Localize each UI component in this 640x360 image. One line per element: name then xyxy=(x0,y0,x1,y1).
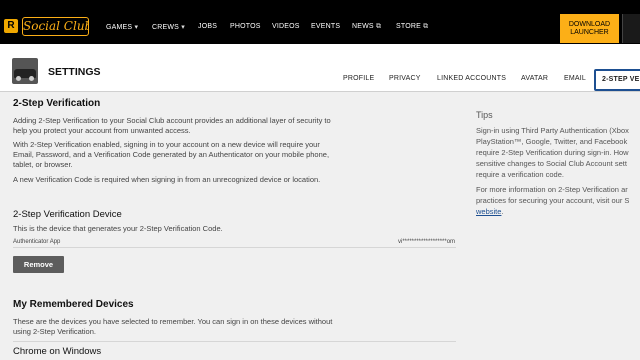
device-description: This is the device that generates your 2… xyxy=(13,224,223,233)
device-title: 2-Step Verification Device xyxy=(13,209,122,220)
nav-events[interactable]: EVENTS xyxy=(311,23,340,30)
details-line-1: With 2-Step Verification enabled, signin… xyxy=(13,140,320,149)
external-link-icon: ⧉ xyxy=(375,23,382,30)
nav-news[interactable]: NEWS ⧉ xyxy=(352,23,381,31)
wheel-icon xyxy=(16,76,21,81)
nav-jobs[interactable]: JOBS xyxy=(198,23,217,30)
tips-line-3: require 2-Step Verification during sign-… xyxy=(476,148,629,157)
tab-2-step-verification[interactable]: 2-STEP VE xyxy=(594,69,640,91)
top-nav: R Social Club GAMES ▾ CREWS ▾ JOBS PHOTO… xyxy=(0,0,640,44)
website-link[interactable]: website xyxy=(476,207,501,216)
tab-profile[interactable]: PROFILE xyxy=(343,75,374,82)
tips-line-8: website. xyxy=(476,207,640,218)
external-link-icon: ⧉ xyxy=(423,23,429,30)
remove-button[interactable]: Remove xyxy=(13,256,64,273)
rockstar-logo[interactable]: R xyxy=(4,19,18,33)
settings-header: SETTINGS PROFILE PRIVACY LINKED ACCOUNTS… xyxy=(0,44,640,92)
intro-line-2: help you protect your account from unwan… xyxy=(13,126,191,135)
chevron-down-icon: ▾ xyxy=(181,24,185,31)
nav-videos[interactable]: VIDEOS xyxy=(272,23,300,30)
page-title: SETTINGS xyxy=(48,66,101,78)
nav-photos[interactable]: PHOTOS xyxy=(230,23,261,30)
nav-crews[interactable]: CREWS ▾ xyxy=(152,23,185,31)
download-label-line1: DOWNLOAD xyxy=(568,21,611,28)
remembered-device-name: Chrome on Windows xyxy=(13,346,102,357)
tips-line-5: require a verification code. xyxy=(476,170,564,179)
tips-line-6: For more information on 2-Step Verificat… xyxy=(476,185,628,194)
download-label-line2: LAUNCHER xyxy=(570,29,609,36)
section-title-2sv: 2-Step Verification xyxy=(13,98,101,109)
divider xyxy=(13,247,456,248)
nav-edge-tab[interactable] xyxy=(622,14,640,43)
tips-link-suffix: . xyxy=(501,207,504,216)
download-launcher-button[interactable]: DOWNLOAD LAUNCHER xyxy=(560,14,619,43)
authenticator-label: Authenticator App xyxy=(13,239,61,245)
nav-store[interactable]: STORE ⧉ xyxy=(396,23,428,31)
tips-line-2: PlayStation™, Google, Twitter, and Faceb… xyxy=(476,137,628,146)
tab-privacy[interactable]: PRIVACY xyxy=(389,75,421,82)
avatar[interactable] xyxy=(12,58,38,84)
tips-title: Tips xyxy=(476,110,493,120)
tab-email[interactable]: EMAIL xyxy=(564,75,586,82)
tips-line-4: sensitive changes to Social Club Account… xyxy=(476,159,627,168)
details-line-3: tablet, or browser. xyxy=(13,160,73,169)
divider xyxy=(13,341,456,342)
masked-email: vi*******************om xyxy=(398,239,456,245)
remembered-line-1: These are the devices you have selected … xyxy=(13,317,333,326)
details-line-2: Email, Password, and a Verification Code… xyxy=(13,150,330,159)
tips-line-1: Sign-in using Third Party Authentication… xyxy=(476,126,629,135)
chevron-down-icon: ▾ xyxy=(134,24,139,31)
tips-line-7: practices for securing your account, vis… xyxy=(476,196,630,205)
tab-linked-accounts[interactable]: LINKED ACCOUNTS xyxy=(437,75,506,82)
nav-games[interactable]: GAMES ▾ xyxy=(106,23,138,31)
remembered-line-2: using 2-Step Verification. xyxy=(13,327,96,336)
social-club-logo[interactable]: Social Club xyxy=(22,17,89,36)
wheel-icon xyxy=(29,76,34,81)
intro-line-1: Adding 2-Step Verification to your Socia… xyxy=(13,116,331,125)
remembered-devices-title: My Remembered Devices xyxy=(13,299,134,310)
tab-avatar[interactable]: AVATAR xyxy=(521,75,548,82)
new-code-note: A new Verification Code is required when… xyxy=(13,175,321,184)
